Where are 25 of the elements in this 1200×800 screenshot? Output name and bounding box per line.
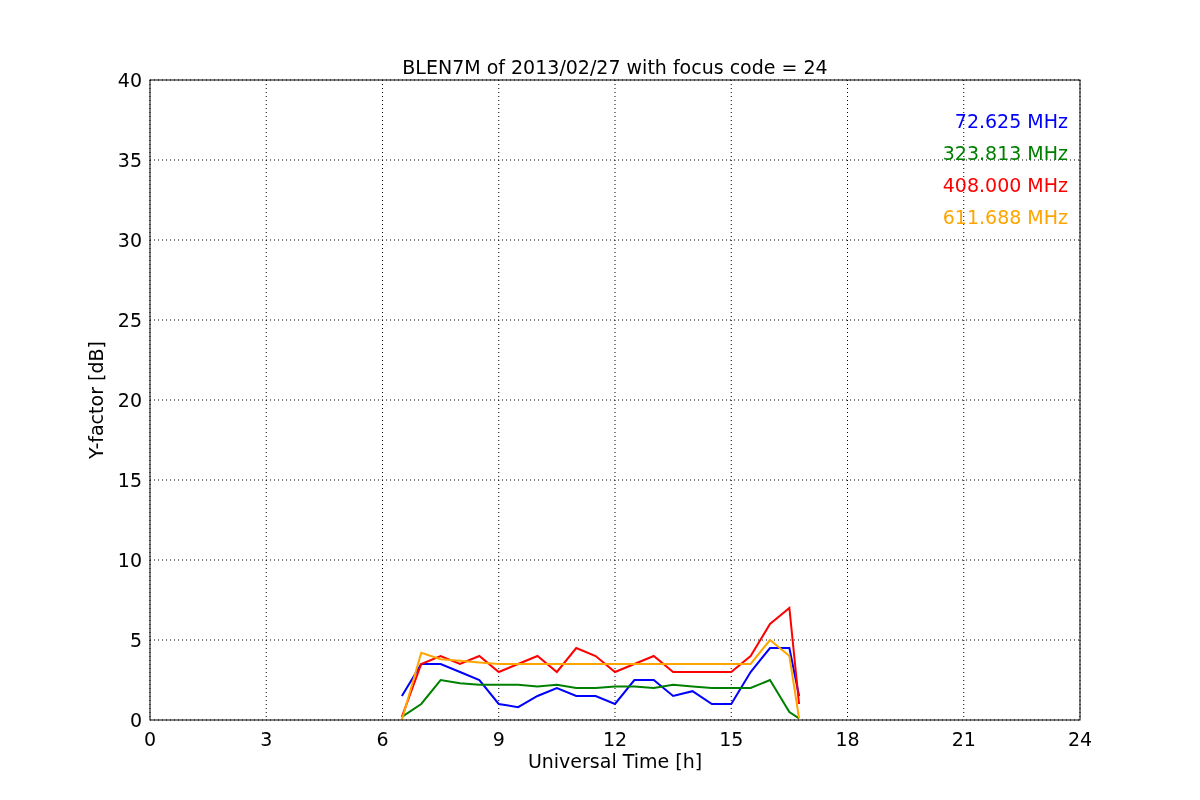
legend-label: 323.813 MHz (942, 142, 1068, 164)
tick-label: 40 (117, 69, 142, 91)
tick-label: 35 (117, 149, 142, 171)
tick-label: 25 (117, 309, 142, 331)
tick-label: 9 (492, 728, 505, 750)
legend-label: 72.625 MHz (954, 110, 1068, 132)
tick-label: 5 (129, 629, 142, 651)
tick-label: 30 (117, 229, 142, 251)
tick-label: 10 (117, 549, 142, 571)
tick-label: 24 (1067, 728, 1093, 750)
tick-label: 12 (602, 728, 628, 750)
legend-label: 408.000 MHz (942, 174, 1068, 196)
axis-label: Y-factor [dB] (85, 341, 107, 459)
tick-label: 3 (260, 728, 273, 750)
tick-label: 15 (719, 728, 744, 750)
tick-label: 20 (117, 389, 142, 411)
chart-title: BLEN7M of 2013/02/27 with focus code = 24 (402, 56, 828, 78)
tick-label: 6 (376, 728, 389, 750)
tick-label: 0 (143, 728, 157, 750)
tick-label: 0 (129, 709, 142, 731)
axis-label: Universal Time [h] (527, 750, 703, 772)
tick-label: 18 (835, 728, 860, 750)
legend-label: 611.688 MHz (942, 206, 1068, 228)
tick-label: 21 (951, 728, 976, 750)
tick-label: 15 (117, 469, 142, 491)
